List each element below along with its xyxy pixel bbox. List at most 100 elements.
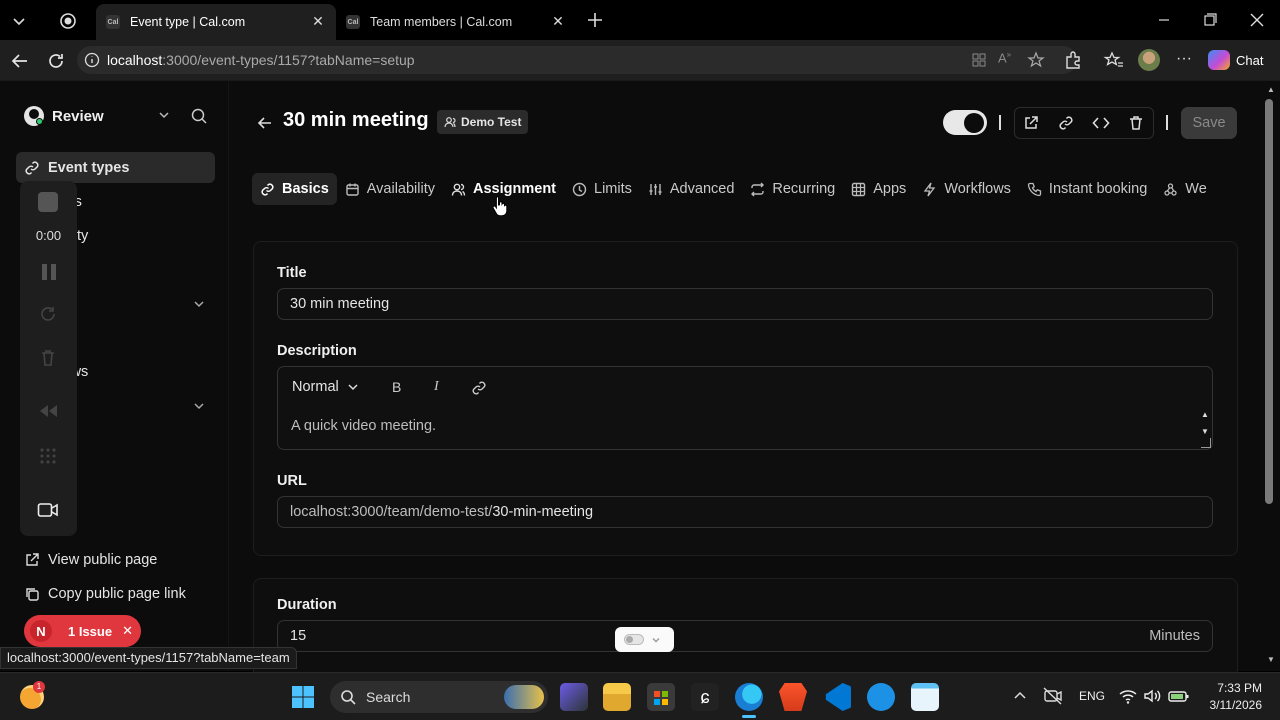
url-input[interactable]: localhost:3000/team/demo-test/30-min-mee…: [277, 496, 1213, 528]
favorites-icon[interactable]: [1103, 49, 1125, 71]
close-tab-icon[interactable]: ✕: [550, 13, 566, 29]
embed-code-icon[interactable]: [1087, 109, 1115, 137]
profile-avatar[interactable]: [1138, 49, 1160, 71]
volume-icon[interactable]: [1143, 687, 1163, 705]
copy-public-link[interactable]: Copy public page link: [24, 583, 186, 605]
back-icon[interactable]: [9, 50, 31, 72]
copilot-chat-button[interactable]: Chat: [1208, 48, 1272, 72]
rewind-icon[interactable]: [37, 403, 59, 419]
org-switcher[interactable]: Review: [24, 105, 174, 127]
save-button[interactable]: Save: [1181, 107, 1237, 139]
scroll-down-icon[interactable]: ▼: [1267, 655, 1275, 664]
taskbar-search[interactable]: Search: [330, 681, 548, 713]
info-icon[interactable]: [83, 51, 101, 69]
tab-limits[interactable]: Limits: [564, 173, 640, 205]
tab-workflows[interactable]: Workflows: [914, 173, 1019, 205]
notepad-icon[interactable]: [911, 683, 939, 711]
windows-start-icon[interactable]: [291, 685, 315, 709]
tab-recurring[interactable]: Recurring: [742, 173, 843, 205]
link-icon[interactable]: [471, 380, 487, 396]
browser-tab-event-type[interactable]: Cal Event type | Cal.com ✕: [96, 4, 336, 40]
clock-time[interactable]: 7:33 PM: [1216, 681, 1262, 695]
external-link-icon: [24, 552, 40, 568]
tab-actions-chevron-icon[interactable]: [8, 10, 30, 32]
battery-icon[interactable]: [1168, 687, 1190, 705]
stop-icon[interactable]: [38, 192, 58, 212]
trash-icon[interactable]: [38, 348, 58, 368]
read-aloud-icon[interactable]: A»: [998, 50, 1018, 70]
browser-tab-strip: Cal Event type | Cal.com ✕ Cal Team memb…: [0, 0, 1280, 40]
copy-link-icon[interactable]: [1052, 109, 1080, 137]
favorite-star-icon[interactable]: [1026, 50, 1046, 70]
event-type-tabs: Basics Availability Assignment Limits Ad…: [252, 173, 1215, 205]
microsoft-store-icon[interactable]: [647, 683, 675, 711]
search-icon: [340, 689, 356, 705]
camera-icon[interactable]: [37, 501, 59, 519]
delete-trash-icon[interactable]: [1122, 109, 1150, 137]
clock-date[interactable]: 3/11/2026: [1200, 698, 1263, 712]
restore-icon[interactable]: [1201, 12, 1219, 28]
users-icon: [451, 182, 466, 197]
edge-browser-icon[interactable]: [735, 683, 763, 711]
close-icon[interactable]: ✕: [122, 623, 133, 639]
extensions-icon[interactable]: [1062, 49, 1084, 71]
issues-badge[interactable]: N 1 Issue ✕: [24, 615, 141, 647]
description-label: Description: [277, 343, 357, 359]
title-input[interactable]: 30 min meeting: [277, 288, 1213, 320]
new-tab-icon[interactable]: [584, 9, 606, 31]
refresh-icon[interactable]: [45, 50, 67, 72]
org-chevron-down-icon[interactable]: [157, 108, 171, 122]
sidebar-item-event-types[interactable]: Event types: [16, 152, 215, 183]
tab-advanced[interactable]: Advanced: [640, 173, 743, 205]
bold-icon[interactable]: B: [392, 379, 401, 395]
org-avatar: [24, 106, 44, 126]
minimize-icon[interactable]: [1155, 12, 1173, 28]
file-explorer-icon[interactable]: [603, 683, 631, 711]
preview-external-icon[interactable]: [1017, 109, 1045, 137]
duration-input[interactable]: 15 Minutes: [277, 620, 1213, 652]
pause-icon[interactable]: [39, 262, 59, 282]
tab-basics[interactable]: Basics: [252, 173, 337, 205]
brave-browser-icon[interactable]: [779, 683, 807, 711]
scroll-thumb[interactable]: [1265, 99, 1273, 504]
sidebar-item-label: Event types: [48, 159, 130, 176]
tab-apps[interactable]: Apps: [843, 173, 914, 205]
url-field[interactable]: localhost:3000/event-types/1157?tabName=…: [77, 46, 1077, 74]
back-arrow-icon[interactable]: [256, 114, 274, 132]
dots-grid-icon[interactable]: [38, 446, 58, 466]
hidden-toggle[interactable]: [943, 110, 987, 135]
dev-tool-icon[interactable]: ɕ: [691, 683, 719, 711]
floating-toggle-chip[interactable]: [615, 627, 674, 652]
tab-label: Instant booking: [1048, 181, 1148, 197]
show-hidden-icons-chevron[interactable]: [1013, 689, 1027, 703]
tab-availability[interactable]: Availability: [337, 173, 443, 205]
camera-off-icon[interactable]: [1043, 687, 1063, 705]
url-prefix: localhost:3000/team/demo-test/: [290, 504, 493, 520]
resize-handle-icon[interactable]: [1201, 438, 1211, 448]
app-available-icon[interactable]: [970, 51, 988, 69]
description-text[interactable]: A quick video meeting.: [291, 418, 436, 434]
close-window-icon[interactable]: [1248, 11, 1266, 29]
editor-scroll-down-icon[interactable]: ▼: [1201, 427, 1209, 436]
tab-webhooks[interactable]: We: [1155, 173, 1215, 205]
search-icon[interactable]: [190, 107, 208, 125]
italic-icon[interactable]: I: [434, 379, 439, 395]
view-public-page-link[interactable]: View public page: [24, 549, 157, 571]
tab-instant-booking[interactable]: Instant booking: [1019, 173, 1155, 205]
browser-tab-team-members[interactable]: Cal Team members | Cal.com ✕: [336, 4, 576, 40]
wifi-icon[interactable]: [1118, 687, 1138, 705]
editor-scroll-up-icon[interactable]: ▲: [1201, 410, 1209, 419]
docker-icon[interactable]: [867, 683, 895, 711]
close-tab-icon[interactable]: ✕: [310, 13, 326, 29]
restart-icon[interactable]: [38, 304, 58, 324]
vscode-icon[interactable]: [825, 683, 851, 711]
app-icon-xcode-like[interactable]: [560, 683, 588, 711]
tab-label: Basics: [282, 181, 329, 197]
text-format-select[interactable]: Normal: [292, 379, 359, 395]
more-options-icon[interactable]: ···: [1176, 49, 1196, 71]
workspaces-icon[interactable]: [57, 10, 79, 32]
duration-label: Duration: [277, 597, 337, 613]
language-indicator[interactable]: ENG: [1079, 689, 1105, 703]
search-highlight-icon: [504, 685, 544, 709]
scroll-up-icon[interactable]: ▲: [1267, 85, 1275, 94]
